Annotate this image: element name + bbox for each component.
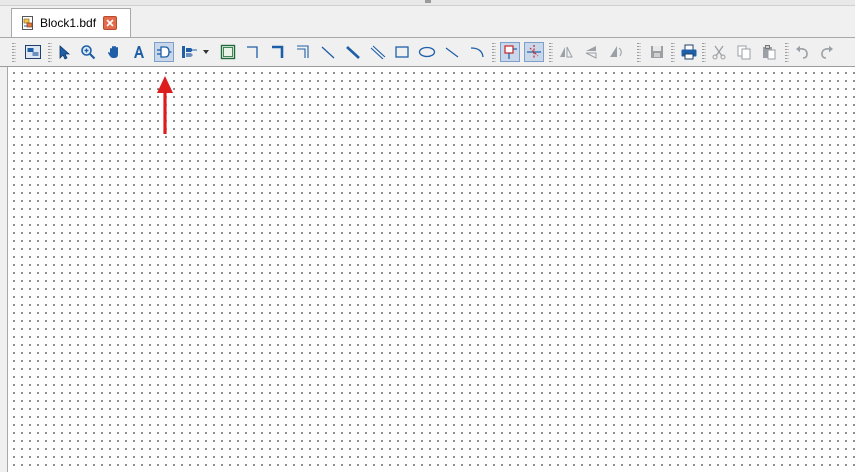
document-tab-bar: Block1.bdf: [0, 6, 855, 38]
red-arrow-annotation-icon: [157, 76, 173, 134]
orthogonal-node-tool-icon: [247, 46, 258, 58]
toolbar-separator: [492, 43, 496, 62]
print-icon: [681, 44, 697, 60]
diagonal-conduit-tool-button[interactable]: [368, 42, 388, 62]
partial-line-selection-button[interactable]: [524, 42, 544, 62]
close-icon: [106, 19, 114, 27]
rotate-button[interactable]: [606, 42, 626, 62]
undo-icon: [796, 45, 808, 59]
toolbar-separator: [48, 43, 52, 62]
symbol-tool-icon: [157, 46, 172, 58]
bdf-file-icon: [20, 15, 36, 31]
close-tab-button[interactable]: [103, 16, 118, 30]
orthogonal-bus-tool-icon: [272, 45, 284, 58]
text-tool-button[interactable]: [129, 42, 149, 62]
symbol-tool-button[interactable]: [154, 42, 174, 62]
flip-vertical-icon: [585, 46, 597, 59]
undo-button[interactable]: [792, 42, 812, 62]
line-tool-button[interactable]: [442, 42, 462, 62]
block-editor-toolbar: [0, 38, 855, 67]
diagonal-bus-tool-icon: [346, 46, 360, 59]
flip-vertical-button[interactable]: [581, 42, 601, 62]
text-tool-icon: [134, 46, 144, 58]
block-tool-button[interactable]: [218, 42, 238, 62]
block-editor-icon: [25, 45, 41, 59]
toolbar-separator: [702, 43, 706, 62]
cut-icon: [712, 45, 726, 60]
save-button[interactable]: [647, 42, 667, 62]
zoom-tool-icon: [81, 45, 96, 60]
tab-block1-bdf[interactable]: Block1.bdf: [11, 8, 131, 37]
copy-icon: [737, 45, 751, 60]
partial-line-selection-icon: [527, 45, 541, 59]
splitter-handle[interactable]: [425, 0, 431, 3]
rotate-icon: [610, 46, 622, 57]
flip-horizontal-icon: [560, 46, 573, 58]
diagonal-node-tool-icon: [321, 46, 335, 59]
arc-tool-button[interactable]: [467, 42, 487, 62]
paste-button[interactable]: [759, 42, 779, 62]
rubberbanding-button[interactable]: [500, 42, 520, 62]
copy-button[interactable]: [734, 42, 754, 62]
zoom-tool-button[interactable]: [78, 42, 98, 62]
pin-tool-button[interactable]: [180, 42, 200, 62]
flip-horizontal-button[interactable]: [556, 42, 576, 62]
hand-tool-button[interactable]: [104, 42, 124, 62]
tab-label: Block1.bdf: [40, 16, 97, 30]
orthogonal-conduit-tool-button[interactable]: [293, 42, 313, 62]
pin-tool-icon: [182, 46, 197, 58]
orthogonal-conduit-tool-icon: [297, 45, 309, 58]
toolbar-separator: [785, 43, 789, 62]
oval-tool-button[interactable]: [417, 42, 437, 62]
rectangle-tool-button[interactable]: [392, 42, 412, 62]
diagonal-node-tool-button[interactable]: [318, 42, 338, 62]
save-icon: [651, 46, 663, 58]
rectangle-tool-icon: [395, 46, 409, 58]
orthogonal-node-tool-button[interactable]: [243, 42, 263, 62]
selection-tool-button[interactable]: [54, 42, 74, 62]
chevron-down-icon: [203, 50, 209, 54]
toolbar-separator: [637, 43, 641, 62]
orthogonal-bus-tool-button[interactable]: [268, 42, 288, 62]
paste-icon: [763, 45, 776, 60]
arc-tool-icon: [470, 47, 484, 58]
hand-tool-icon: [108, 46, 118, 58]
toolbar-separator: [549, 43, 553, 62]
block-tool-icon: [220, 44, 236, 60]
oval-tool-icon: [418, 46, 436, 58]
pin-tool-dropdown[interactable]: [200, 42, 212, 62]
toolbar-separator: [671, 43, 675, 62]
canvas-left-border: [0, 67, 8, 472]
diagonal-bus-tool-button[interactable]: [343, 42, 363, 62]
rubberbanding-icon: [504, 45, 517, 59]
cut-button[interactable]: [709, 42, 729, 62]
diagonal-conduit-tool-icon: [370, 45, 386, 60]
print-button[interactable]: [679, 42, 699, 62]
redo-icon: [821, 45, 833, 59]
selection-tool-icon: [59, 45, 71, 60]
toolbar-grip[interactable]: [12, 43, 16, 62]
line-tool-icon: [445, 47, 459, 58]
block-editor-button[interactable]: [23, 42, 43, 62]
redo-button[interactable]: [817, 42, 837, 62]
block-diagram-canvas[interactable]: [8, 67, 855, 472]
